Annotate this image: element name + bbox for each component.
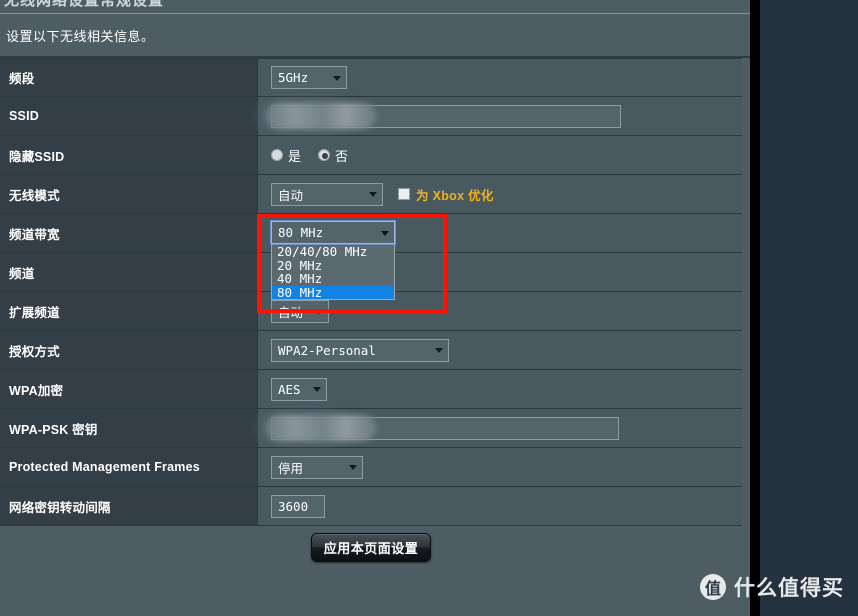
watermark-text: 什么值得买 xyxy=(734,577,844,600)
band-select[interactable]: 5GHz xyxy=(271,66,347,89)
wpa-psk-input[interactable] xyxy=(256,411,619,445)
row-label-band: 频段 xyxy=(0,59,258,96)
chevron-down-icon xyxy=(381,230,389,236)
hide-ssid-radio-yes-label: 是 xyxy=(288,148,302,164)
row-label-key-rotation: 网络密钥转动间隔 xyxy=(0,487,258,525)
table-row: 授权方式 WPA2-Personal xyxy=(0,331,742,370)
bandwidth-select-open[interactable]: 80 MHz 20/40/80 MHz 20 MHz 40 MHz 80 MHz xyxy=(270,220,396,300)
bandwidth-option-80[interactable]: 80 MHz xyxy=(272,285,394,299)
wireless-mode-select-value: 自动 xyxy=(278,187,304,203)
row-label-ssid: SSID xyxy=(0,97,258,135)
hide-ssid-radio-yes[interactable] xyxy=(271,149,283,161)
chevron-down-icon xyxy=(435,348,443,353)
chevron-down-icon xyxy=(315,309,323,314)
auth-method-select[interactable]: WPA2-Personal xyxy=(271,338,449,362)
row-value-key-rotation: 3600 xyxy=(258,487,742,525)
wireless-mode-select[interactable]: 自动 xyxy=(271,182,383,206)
hide-ssid-radio-no-label: 否 xyxy=(335,148,349,164)
hide-ssid-radio-no[interactable] xyxy=(318,149,331,161)
wpa-psk-redaction-blur xyxy=(266,415,376,441)
apply-page-settings-button[interactable]: 应用本页面设置 xyxy=(311,533,431,562)
row-value-band: 5GHz xyxy=(258,59,742,96)
row-label-pmf: Protected Management Frames xyxy=(0,448,258,486)
row-label-wpa-psk: WPA-PSK 密钥 xyxy=(0,409,258,447)
row-value-auth-method: WPA2-Personal xyxy=(258,331,742,369)
hide-ssid-radio-group: 是 否 xyxy=(271,146,360,165)
wpa-encryption-select[interactable]: AES xyxy=(271,377,327,401)
table-row: 隐藏SSID 是 否 xyxy=(0,136,742,175)
ssid-input[interactable] xyxy=(256,99,621,133)
row-value-pmf: 停用 xyxy=(258,448,742,486)
watermark: 值 什么值得买 xyxy=(700,572,844,602)
pmf-select-value: 停用 xyxy=(278,460,304,476)
row-value-wireless-mode: 自动 为 Xbox 优化 xyxy=(258,175,742,213)
row-label-ext-channel: 扩展频道 xyxy=(0,292,258,330)
table-row: Protected Management Frames 停用 xyxy=(0,448,742,487)
row-value-hide-ssid: 是 否 xyxy=(258,136,742,174)
chevron-down-icon xyxy=(369,192,377,197)
row-label-channel: 频道 xyxy=(0,253,258,291)
table-row: 无线模式 自动 为 Xbox 优化 xyxy=(0,175,742,214)
row-label-hide-ssid: 隐藏SSID xyxy=(0,136,258,174)
xbox-optimize-checkbox[interactable] xyxy=(398,188,410,200)
router-admin-page: 无线网络设置 常规设置 设置以下无线相关信息。 频段 5GHz SSID 隐藏S… xyxy=(0,0,750,616)
row-value-wpa-encryption: AES xyxy=(258,370,742,408)
bandwidth-option-40[interactable]: 40 MHz xyxy=(272,272,394,286)
pmf-select[interactable]: 停用 xyxy=(271,455,363,479)
bandwidth-options-list: 20/40/80 MHz 20 MHz 40 MHz 80 MHz xyxy=(271,245,395,300)
top-divider xyxy=(0,13,750,14)
key-rotation-input-value: 3600 xyxy=(278,498,309,514)
ext-channel-select-value: 自动 xyxy=(278,304,304,320)
tab-general-settings[interactable]: 常规设置 xyxy=(100,0,164,10)
chevron-down-icon xyxy=(349,465,357,470)
key-rotation-input[interactable]: 3600 xyxy=(271,494,325,518)
row-label-bandwidth: 频道带宽 xyxy=(0,214,258,252)
chevron-down-icon xyxy=(333,75,341,81)
row-label-wireless-mode: 无线模式 xyxy=(0,175,258,213)
chevron-down-icon xyxy=(313,387,321,392)
row-label-auth-method: 授权方式 xyxy=(0,331,258,369)
apply-button-container: 应用本页面设置 xyxy=(0,533,742,562)
bandwidth-select-value: 80 MHz xyxy=(278,225,324,240)
tab-wireless-settings[interactable]: 无线网络设置 xyxy=(4,0,100,10)
black-separator-stripe xyxy=(750,0,760,616)
table-row: SSID xyxy=(0,97,742,136)
table-row: WPA-PSK 密钥 xyxy=(0,409,742,448)
table-row: 频段 5GHz xyxy=(0,58,742,97)
row-value-ssid xyxy=(256,97,742,135)
bandwidth-option-20[interactable]: 20 MHz xyxy=(272,258,394,273)
table-row: 网络密钥转动间隔 3600 xyxy=(0,487,742,526)
bandwidth-select-trigger[interactable]: 80 MHz xyxy=(270,220,396,245)
row-value-wpa-psk xyxy=(256,409,742,447)
auth-method-select-value: WPA2-Personal xyxy=(278,342,376,358)
page-description: 设置以下无线相关信息。 xyxy=(6,29,155,44)
xbox-optimize-label: 为 Xbox 优化 xyxy=(416,188,494,203)
wpa-encryption-select-value: AES xyxy=(278,381,301,397)
band-select-value: 5GHz xyxy=(278,70,309,85)
ext-channel-select[interactable]: 自动 xyxy=(271,299,329,323)
row-label-wpa-encryption: WPA加密 xyxy=(0,370,258,408)
watermark-logo-icon: 值 xyxy=(700,574,726,600)
screen-root: 无线网络设置 常规设置 设置以下无线相关信息。 频段 5GHz SSID 隐藏S… xyxy=(0,0,858,616)
table-row: WPA加密 AES xyxy=(0,370,742,409)
ssid-redaction-blur xyxy=(266,103,376,129)
bandwidth-option-20-40-80[interactable]: 20/40/80 MHz xyxy=(272,245,394,259)
truncated-tab-bar: 无线网络设置 常规设置 xyxy=(0,0,750,11)
